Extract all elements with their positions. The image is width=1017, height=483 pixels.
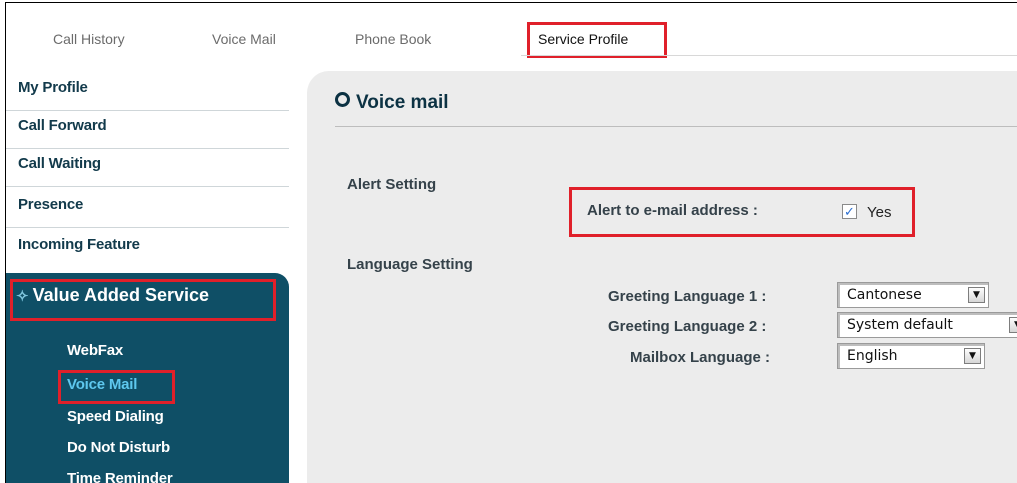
mailbox-language-value: English [847, 348, 898, 364]
sidebar-subitem-time-reminder[interactable]: Time Reminder [67, 470, 173, 483]
greeting-language-1-select[interactable]: Cantonese ▼ [837, 282, 989, 308]
mailbox-language-select[interactable]: English ▼ [837, 343, 985, 369]
dropdown-arrow-icon: ▼ [1009, 317, 1017, 333]
top-tab-bar: Call History Voice Mail Phone Book Servi… [6, 3, 1017, 65]
alert-email-checkbox[interactable]: ✓ [842, 204, 857, 219]
value-added-service-section: ✧ Value Added Service WebFax Voice Mail S… [6, 273, 289, 483]
sidebar-item-label: Presence [18, 196, 84, 213]
greeting-language-2-value: System default [847, 317, 953, 333]
tab-phone-book[interactable]: Phone Book [355, 31, 431, 47]
sidebar-item-label: Call Forward [18, 117, 107, 134]
greeting-language-1-value: Cantonese [847, 287, 922, 303]
page-title-text: Voice mail [356, 92, 449, 113]
sidebar-item-label: Incoming Feature [18, 236, 140, 253]
title-divider [335, 126, 1017, 127]
page-title: Voice mail [335, 92, 449, 114]
sidebar-item-my-profile[interactable]: My Profile [6, 73, 289, 111]
sidebar-subitem-speed-dialing[interactable]: Speed Dialing [67, 408, 164, 425]
greeting-language-2-label: Greeting Language 2 : [608, 318, 767, 335]
sidebar-item-label: Call Waiting [18, 155, 101, 172]
sidebar-subitem-do-not-disturb[interactable]: Do Not Disturb [67, 439, 170, 456]
greeting-language-2-select[interactable]: System default ▼ [837, 312, 1017, 338]
language-setting-label: Language Setting [347, 256, 473, 273]
voice-mail-highlight [58, 370, 175, 404]
sidebar-subitem-webfax[interactable]: WebFax [67, 342, 123, 359]
alert-email-label: Alert to e-mail address : [587, 202, 758, 219]
tab-call-history[interactable]: Call History [53, 31, 125, 47]
sidebar-item-label: My Profile [18, 79, 88, 96]
sidebar-item-call-waiting[interactable]: Call Waiting [6, 149, 289, 187]
ring-bullet-icon [335, 92, 350, 107]
alert-setting-label: Alert Setting [347, 176, 437, 193]
sidebar-item-call-forward[interactable]: Call Forward [6, 111, 289, 149]
tab-service-profile-highlight [527, 22, 667, 58]
sidebar-item-incoming-feature[interactable]: Incoming Feature [6, 230, 289, 268]
sidebar-item-presence[interactable]: Presence [6, 190, 289, 228]
checkmark-icon: ✓ [844, 204, 855, 219]
dropdown-arrow-icon: ▼ [964, 348, 981, 364]
greeting-language-1-label: Greeting Language 1 : [608, 288, 767, 305]
value-added-service-highlight [10, 279, 276, 321]
app-frame: Call History Voice Mail Phone Book Servi… [5, 2, 1017, 483]
dropdown-arrow-icon: ▼ [968, 287, 985, 303]
alert-email-yes-label: Yes [867, 204, 892, 221]
tab-voice-mail[interactable]: Voice Mail [212, 31, 276, 47]
tab-divider [521, 55, 1017, 56]
sidebar: My Profile Call Forward Call Waiting Pre… [6, 65, 289, 483]
mailbox-language-label: Mailbox Language : [630, 349, 771, 366]
main-panel: Voice mail Alert Setting Alert to e-mail… [307, 71, 1017, 483]
